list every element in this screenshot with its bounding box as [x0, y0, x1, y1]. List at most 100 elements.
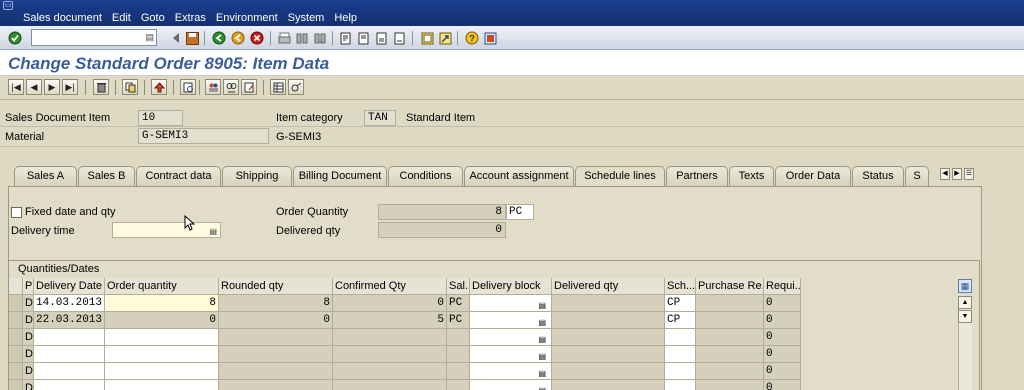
column-header-purchase-req[interactable]: Purchase Re...	[696, 278, 764, 295]
find-next-icon[interactable]	[312, 30, 328, 46]
cell-delivery-date[interactable]	[34, 346, 105, 363]
save-icon[interactable]	[184, 30, 200, 46]
new-session-icon[interactable]	[419, 30, 435, 46]
tab-schedule-lines[interactable]: Schedule lines	[575, 166, 665, 187]
delete-icon[interactable]	[93, 79, 109, 95]
cell-schedule-line-cat[interactable]	[665, 380, 696, 390]
menu-help[interactable]: Help	[329, 11, 362, 25]
item-details-icon[interactable]	[241, 79, 257, 95]
cell-delivery-date[interactable]	[34, 329, 105, 346]
delivery-time-field[interactable]: ▤	[112, 222, 221, 238]
scroll-down-icon[interactable]: ▼	[958, 310, 972, 323]
header-partners-icon[interactable]	[205, 79, 221, 95]
exit-icon[interactable]	[230, 30, 246, 46]
enter-icon[interactable]	[7, 30, 23, 46]
cell-delivery-date[interactable]	[34, 380, 105, 390]
cell-delivery-date[interactable]	[34, 363, 105, 380]
row-selector[interactable]	[9, 329, 23, 346]
last-page-icon[interactable]	[392, 30, 408, 46]
cell-delivery-block[interactable]: ▤	[470, 380, 552, 390]
cell-delivery-block[interactable]: ▤	[470, 346, 552, 363]
cell-schedule-line-cat[interactable]	[665, 329, 696, 346]
row-selector[interactable]	[9, 380, 23, 390]
row-selector[interactable]	[9, 295, 23, 312]
cell-schedule-line-cat[interactable]: CP	[665, 295, 696, 312]
tab-contract-data[interactable]: Contract data	[136, 166, 221, 186]
delivery-block-f4-icon[interactable]: ▤	[538, 383, 546, 390]
column-header-delivery-date[interactable]: Delivery Date	[34, 278, 105, 295]
configure-icon[interactable]	[288, 79, 304, 95]
cell-delivery-block[interactable]: ▤	[470, 329, 552, 346]
shortcut-icon[interactable]	[437, 30, 453, 46]
menu-goto[interactable]: Goto	[136, 11, 170, 25]
cancel-icon[interactable]	[249, 30, 265, 46]
tab-billing-document[interactable]: Billing Document	[293, 166, 387, 186]
tab-order-data[interactable]: Order Data	[775, 166, 851, 186]
tab-scroll-right-icon[interactable]: ▶	[952, 168, 962, 180]
tab-list-icon[interactable]: ☰	[964, 168, 974, 180]
cell-delivery-date[interactable]: 14.03.2013	[34, 295, 105, 312]
cell-order-quantity[interactable]	[105, 329, 219, 346]
tab-texts[interactable]: Texts	[729, 166, 774, 186]
prev-page-icon[interactable]	[356, 30, 372, 46]
tab-status[interactable]: Status	[852, 166, 904, 186]
fixed-date-qty-checkbox[interactable]	[11, 207, 22, 218]
table-settings-icon[interactable]: ▦	[958, 279, 972, 293]
tab-sales-b[interactable]: Sales B	[78, 166, 135, 186]
column-header-requirement[interactable]: Requi...	[764, 278, 801, 295]
system-menu-icon[interactable]: ▭	[3, 1, 13, 10]
next-item-icon[interactable]: ▶	[44, 79, 60, 95]
print-icon[interactable]	[276, 30, 292, 46]
cell-schedule-line-cat[interactable]	[665, 363, 696, 380]
command-field[interactable]: ▤	[31, 29, 157, 46]
delivery-block-f4-icon[interactable]: ▤	[538, 332, 546, 345]
last-item-icon[interactable]: ▶|	[62, 79, 78, 95]
first-item-icon[interactable]: |◀	[8, 79, 24, 95]
menu-system[interactable]: System	[283, 11, 330, 25]
first-page-icon[interactable]	[338, 30, 354, 46]
cell-order-quantity[interactable]	[105, 380, 219, 390]
cell-order-quantity[interactable]	[105, 363, 219, 380]
back-icon[interactable]	[211, 30, 227, 46]
scroll-up-icon[interactable]: ▲	[958, 296, 972, 309]
previous-item-icon[interactable]: ◀	[26, 79, 42, 95]
column-header-delivery-block[interactable]: Delivery block	[470, 278, 552, 295]
column-header-delivered-qty[interactable]: Delivered qty	[552, 278, 665, 295]
column-header-sales-unit[interactable]: Sal...	[447, 278, 470, 295]
row-selector[interactable]	[9, 346, 23, 363]
column-header-rounded-qty[interactable]: Rounded qty	[219, 278, 333, 295]
row-selector[interactable]	[9, 363, 23, 380]
column-header-schedule-line-cat[interactable]: Sch...	[665, 278, 696, 295]
cell-delivery-block[interactable]: ▤	[470, 295, 552, 312]
copy-icon[interactable]	[122, 79, 138, 95]
tab-account-assignment[interactable]: Account assignment	[464, 166, 574, 186]
next-page-icon[interactable]	[374, 30, 390, 46]
column-header-p[interactable]: P	[23, 278, 34, 295]
delivery-time-f4-icon[interactable]: ▤	[209, 225, 217, 239]
menu-sales-document[interactable]: Sales document	[18, 11, 107, 25]
column-header-order-quantity[interactable]: Order quantity	[105, 278, 219, 295]
display-doc-icon[interactable]	[180, 79, 196, 95]
delivery-block-f4-icon[interactable]: ▤	[538, 349, 546, 362]
menu-edit[interactable]: Edit	[107, 11, 136, 25]
menu-environment[interactable]: Environment	[211, 11, 283, 25]
row-selector-header[interactable]	[9, 278, 23, 295]
cell-order-quantity[interactable]	[105, 346, 219, 363]
menu-extras[interactable]: Extras	[170, 11, 211, 25]
tab-s[interactable]: S	[905, 166, 929, 186]
delivery-block-f4-icon[interactable]: ▤	[538, 298, 546, 311]
item-partners-icon[interactable]	[223, 79, 239, 95]
column-header-confirmed-qty[interactable]: Confirmed Qty	[333, 278, 447, 295]
cell-schedule-line-cat[interactable]: CP	[665, 312, 696, 329]
tab-partners[interactable]: Partners	[666, 166, 728, 186]
find-icon[interactable]	[294, 30, 310, 46]
overview-icon[interactable]	[270, 79, 286, 95]
row-selector[interactable]	[9, 312, 23, 329]
cell-order-quantity[interactable]: 8	[105, 295, 219, 312]
help-icon[interactable]: ?	[464, 30, 480, 46]
cell-delivery-block[interactable]: ▤	[470, 363, 552, 380]
tab-sales-a[interactable]: Sales A	[14, 166, 77, 186]
command-field-dropdown-icon[interactable]: ▤	[145, 32, 154, 43]
cell-schedule-line-cat[interactable]	[665, 346, 696, 363]
layout-icon[interactable]	[482, 30, 498, 46]
